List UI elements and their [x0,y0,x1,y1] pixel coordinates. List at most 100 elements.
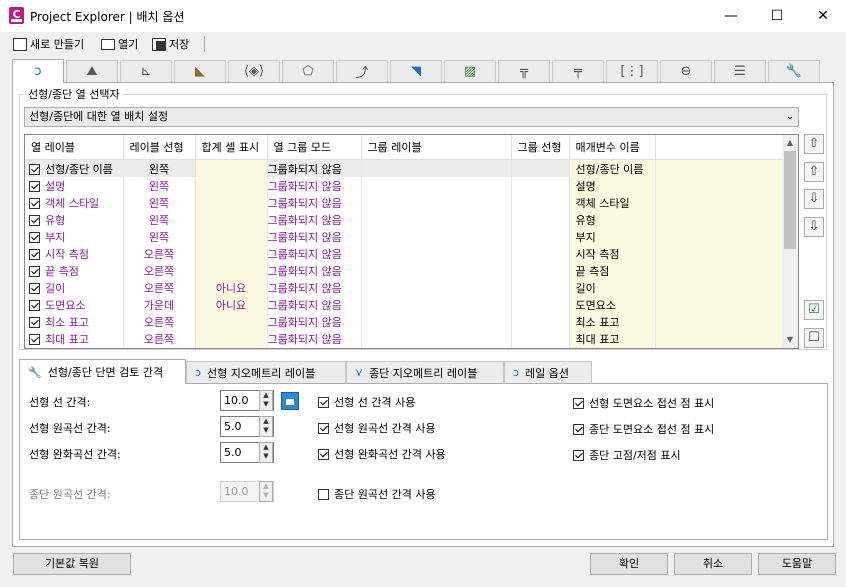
alignment-curve-spinner[interactable]: ▲ ▼ [259,416,273,437]
cell-param[interactable]: 설명 [569,177,656,194]
table-row[interactable]: 선형/종단 이름 왼쪽 그룹화되지 않음 선형/종단 이름 [25,159,784,177]
cell-group-label[interactable] [361,211,512,228]
uncheck-all-button[interactable]: ☐ [804,328,824,348]
cell-group-label[interactable] [361,177,512,194]
row-checkbox-icon[interactable] [29,334,40,345]
tab-pipe-networks[interactable]: ◥ [390,60,442,82]
tab-alignment[interactable]: ↄ [12,59,64,83]
cell-label[interactable]: 설명 [25,177,124,194]
ok-button[interactable]: 확인 [590,553,668,575]
cell-mode[interactable]: 그룹화되지 않음 [267,313,362,330]
cell-align[interactable]: 오른쪽 [123,262,196,279]
table-row[interactable]: 시작 측점 오른쪽 그룹화되지 않음 시작 측점 [25,245,784,262]
table-row[interactable]: 최대 표고 오른쪽 그룹화되지 않음 최대 표고 [25,330,784,347]
maximize-button[interactable]: ☐ [754,0,800,32]
row-checkbox-icon[interactable] [29,266,40,277]
cell-mode[interactable]: 그룹화되지 않음 [267,194,362,211]
tab-assemblies[interactable]: ╦ [498,60,550,82]
help-button[interactable]: 도움말 [758,553,836,575]
lock-button[interactable] [281,392,299,410]
cell-group-label[interactable] [361,194,512,211]
cell-param[interactable]: 유형 [569,211,656,228]
header-group-label[interactable]: 그룹 레이블 [361,135,512,160]
cell-group-align[interactable] [511,347,570,348]
cell-total[interactable] [195,347,268,348]
row-checkbox-icon[interactable] [29,181,40,192]
cell-total[interactable]: 아니요 [195,296,268,313]
tab-subassemblies[interactable]: ╤ [552,60,604,82]
spin-up-icon[interactable]: ▲ [260,443,272,452]
tab-sample-lines[interactable]: ⟨◈⟩ [228,60,280,82]
cell-group-align[interactable] [511,296,570,313]
cell-align[interactable]: 왼쪽 [123,159,196,177]
table-row[interactable]: 끝 측점 오른쪽 그룹화되지 않음 끝 측점 [25,262,784,279]
cell-group-label[interactable] [361,228,512,245]
cell-filler[interactable] [655,279,784,296]
cell-label[interactable]: 길이 [25,279,124,296]
row-checkbox-icon[interactable] [29,198,40,209]
open-button[interactable]: 열기 [101,35,138,53]
cell-group-label[interactable] [361,279,512,296]
cell-align[interactable]: 오른쪽 [123,330,196,347]
cell-param[interactable] [569,347,656,348]
cell-total[interactable] [195,313,268,330]
cell-mode[interactable]: 그룹화되지 않음 [267,262,362,279]
cell-param[interactable]: 부지 [569,228,656,245]
cell-group-align[interactable] [511,211,570,228]
table-row[interactable]: 부지 왼쪽 그룹화되지 않음 부지 [25,228,784,245]
alignment-line-spinner[interactable]: ▲ ▼ [259,390,273,411]
cell-group-align[interactable] [511,228,570,245]
cell-total[interactable] [195,262,268,279]
cell-label[interactable]: 최소 표고 [25,313,124,330]
tab-interval[interactable]: 🔧 선형/종단 단면 검토 간격 [19,359,186,384]
cell-mode[interactable]: 그룹화되지 않음 [267,279,362,296]
cell-align[interactable] [123,347,196,348]
cell-label[interactable]: 부지 [25,228,124,245]
tab-profile-views[interactable]: [⋮] [606,60,658,82]
cell-group-label[interactable] [361,159,512,177]
header-column-label[interactable]: 열 레이블 [25,135,124,160]
cell-mode[interactable]: 그룹화되지 않음 [267,330,362,347]
header-label-align[interactable]: 레이블 선형 [123,135,196,160]
table-row[interactable]: 설명 왼쪽 그룹화되지 않음 설명 [25,177,784,194]
cell-param[interactable]: 시작 측점 [569,245,656,262]
alignment-spiral-spinner[interactable]: ▲ ▼ [259,442,273,463]
cell-filler[interactable] [655,262,784,279]
move-bottom-button[interactable]: ⇩ [804,217,824,237]
tab-profile-geometry[interactable]: ⋎ 종단 지오메트리 레이블 [346,361,504,383]
cell-param[interactable]: 길이 [569,279,656,296]
cell-filler[interactable] [655,330,784,347]
cell-label[interactable]: 유형 [25,211,124,228]
save-button[interactable]: 저장 [152,35,189,53]
use-curve-checkbox[interactable]: 선형 원곡선 간격 사용 [318,420,436,436]
tab-surfaces[interactable]: ⛰ [66,60,118,82]
header-group-align[interactable]: 그룹 선형 [511,135,570,160]
cell-mode[interactable]: 그룹화되지 않음 [267,228,362,245]
cell-filler[interactable] [655,228,784,245]
table-row[interactable]: 길이 오른쪽 아니요 그룹화되지 않음 길이 [25,279,784,296]
cell-group-align[interactable] [511,194,570,211]
cell-group-align[interactable] [511,330,570,347]
cell-align[interactable]: 왼쪽 [123,228,196,245]
tab-survey[interactable]: ▨ [444,60,496,82]
cell-total[interactable]: 아니요 [195,279,268,296]
cell-total[interactable] [195,177,268,194]
cell-label[interactable]: 객체 스타일 [25,194,124,211]
tab-alignment-geometry[interactable]: ↄ 선형 지오메트리 레이블 [186,361,346,383]
restore-defaults-button[interactable]: 기본값 복원 [13,553,131,575]
tab-settings[interactable]: ☰ [714,60,766,82]
cell-group-align[interactable] [511,159,570,177]
scroll-up-arrow-icon[interactable]: ▲ [782,135,798,151]
cell-align[interactable]: 오른쪽 [123,245,196,262]
cell-mode[interactable]: 그룹화되지 않음 [267,296,362,313]
cell-filler[interactable] [655,194,784,211]
cell-group-label[interactable] [361,245,512,262]
tab-feature-lines[interactable]: ⤴ [336,60,388,82]
table-row[interactable]: 유형 왼쪽 그룹화되지 않음 유형 [25,211,784,228]
cell-group-label[interactable] [361,262,512,279]
cell-group-label[interactable] [361,313,512,330]
new-button[interactable]: 새로 만들기 [13,35,84,53]
cell-label[interactable]: 끝 측점 [25,262,124,279]
cell-total[interactable] [195,245,268,262]
cell-label[interactable]: 도면요소 [25,296,124,313]
